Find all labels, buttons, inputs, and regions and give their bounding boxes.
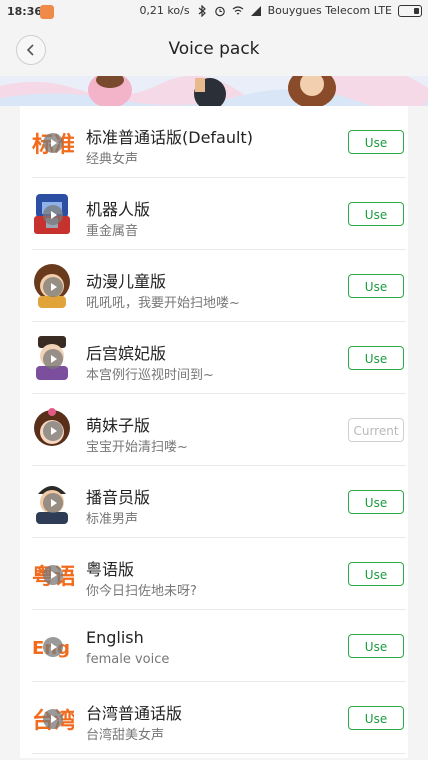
banner-art — [0, 76, 428, 106]
list-item[interactable]: 萌妹子版 宝宝开始清扫喽~ Current — [20, 394, 408, 466]
voice-description: 经典女声 — [86, 152, 139, 167]
voice-name: 动漫儿童版 — [86, 272, 167, 291]
taiwan-mandarin-logo-icon: 台湾 — [30, 696, 76, 740]
list-item[interactable]: 后宫嫔妃版 本宫例行巡视时间到~ Use — [20, 322, 408, 394]
network-speed: 0,21 ko/s — [139, 4, 190, 17]
consort-avatar-icon — [30, 336, 74, 380]
use-button[interactable]: Use — [348, 562, 404, 586]
play-icon[interactable] — [43, 421, 63, 441]
play-icon[interactable] — [43, 133, 63, 153]
list-item[interactable]: 播音员版 标准男声 Use — [20, 466, 408, 538]
signal-icon — [250, 5, 261, 16]
wifi-icon — [232, 5, 243, 14]
voice-name: 台湾普通话版 — [86, 704, 183, 723]
battery-icon — [398, 4, 422, 17]
voice-description: 吼吼吼，我要开始扫地喽~ — [86, 296, 240, 311]
voice-name: 标准普通话版(Default) — [86, 128, 253, 147]
voice-description: 本宫例行巡视时间到~ — [86, 368, 214, 383]
use-button[interactable]: Use — [348, 130, 404, 154]
carrier-name: Bouygues Telecom LTE — [267, 4, 392, 17]
list-item[interactable]: 标准 标准普通话版(Default) 经典女声 Use — [20, 106, 408, 178]
voice-description: 你今日扫佐地未呀? — [86, 584, 197, 599]
status-time: 18:36 — [7, 5, 43, 18]
use-button[interactable]: Use — [348, 274, 404, 298]
divider — [32, 753, 406, 754]
english-logo-icon: Eng — [30, 624, 74, 668]
voice-description: 重金属音 — [86, 224, 139, 239]
list-item[interactable]: 机器人版 重金属音 Use — [20, 178, 408, 250]
current-button: Current — [348, 418, 404, 442]
voice-description: 台湾甜美女声 — [86, 728, 165, 743]
voice-name: 粤语版 — [86, 560, 135, 579]
play-icon[interactable] — [43, 349, 63, 369]
play-icon[interactable] — [43, 637, 63, 657]
use-button[interactable]: Use — [348, 346, 404, 370]
voice-description: 宝宝开始清扫喽~ — [86, 440, 188, 455]
robot-avatar-icon — [30, 192, 74, 236]
voice-name: 后宫嫔妃版 — [86, 344, 167, 363]
cute-girl-avatar-icon — [30, 408, 74, 452]
use-button[interactable]: Use — [348, 706, 404, 730]
play-icon[interactable] — [43, 565, 63, 585]
standard-mandarin-logo-icon: 标准 — [30, 120, 76, 164]
kid-avatar-icon — [30, 264, 74, 308]
bluetooth-icon — [198, 4, 206, 17]
voice-name: 播音员版 — [86, 488, 151, 507]
voice-description: 标准男声 — [86, 512, 139, 527]
list-item[interactable]: 粤语 粤语版 你今日扫佐地未呀? Use — [20, 538, 408, 610]
play-icon[interactable] — [43, 493, 63, 513]
status-right: 0,21 ko/s Bouygues Telecom LTE — [139, 4, 422, 17]
voice-pack-list: 标准 标准普通话版(Default) 经典女声 Use 机器人版 重金属音 Us… — [20, 106, 408, 758]
alarm-icon — [214, 6, 225, 16]
play-icon[interactable] — [43, 709, 63, 729]
banner-illustration — [0, 76, 428, 106]
list-item[interactable]: 台湾 台湾普通话版 台湾甜美女声 Use — [20, 682, 408, 754]
page-title: Voice pack — [168, 39, 260, 59]
voice-name: 机器人版 — [86, 200, 151, 219]
use-button[interactable]: Use — [348, 634, 404, 658]
voice-name: English — [86, 628, 144, 647]
notification-icon — [40, 5, 54, 19]
voice-name: 萌妹子版 — [86, 416, 151, 435]
app-header: Voice pack — [0, 24, 428, 76]
voice-description: female voice — [86, 652, 170, 667]
cantonese-logo-icon: 粤语 — [30, 552, 76, 596]
list-item[interactable]: Eng English female voice Use — [20, 610, 408, 682]
play-icon[interactable] — [43, 205, 63, 225]
use-button[interactable]: Use — [348, 490, 404, 514]
status-bar: 18:36 0,21 ko/s Bouygues Telecom LTE — [0, 0, 428, 24]
list-item[interactable]: 动漫儿童版 吼吼吼，我要开始扫地喽~ Use — [20, 250, 408, 322]
play-icon[interactable] — [43, 277, 63, 297]
announcer-avatar-icon — [30, 480, 74, 524]
use-button[interactable]: Use — [348, 202, 404, 226]
